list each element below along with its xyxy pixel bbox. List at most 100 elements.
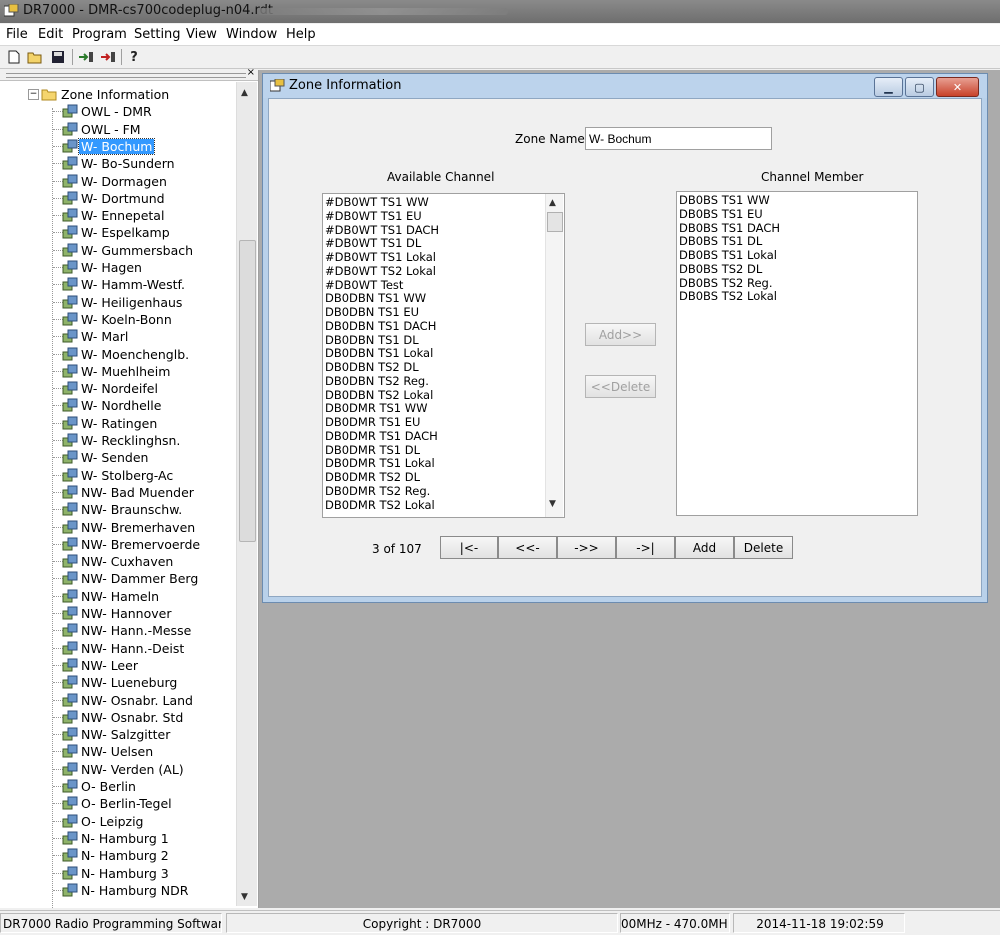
first-record-button[interactable]: |<- (440, 536, 498, 559)
tree-item[interactable]: NW- Lueneburg (0, 674, 236, 691)
save-icon[interactable] (50, 49, 66, 65)
available-channel-item[interactable]: #DB0WT TS1 EU (325, 209, 422, 223)
tree-item[interactable]: W- Muehlheim (0, 363, 236, 380)
menu-setting[interactable]: Setting (134, 27, 181, 42)
read-radio-icon[interactable] (78, 49, 94, 65)
available-channel-item[interactable]: #DB0WT TS2 Lokal (325, 264, 436, 278)
available-channel-item[interactable]: DB0DMR TS1 Lokal (325, 457, 435, 470)
tree-item[interactable]: NW- Bremervoerde (0, 536, 236, 553)
tree-item[interactable]: NW- Bad Muender (0, 484, 236, 501)
channel-member-item[interactable]: DB0BS TS2 Lokal (679, 290, 777, 303)
tree-item[interactable]: W- Nordeifel (0, 380, 236, 397)
available-channel-item[interactable]: #DB0WT TS1 DACH (325, 223, 439, 237)
available-channel-list[interactable]: ▲ ▼ #DB0WT TS1 WW #DB0WT TS1 EU #DB0WT TS1… (322, 193, 565, 518)
tree-item[interactable]: NW- Hann.-Deist (0, 640, 236, 657)
tree-item[interactable]: N- Hamburg 2 (0, 847, 236, 864)
last-record-button[interactable]: ->| (616, 536, 675, 559)
new-file-icon[interactable] (6, 49, 22, 65)
tree-item[interactable]: W- Heiligenhaus (0, 294, 236, 311)
scroll-down-icon[interactable]: ▼ (241, 892, 248, 902)
add-to-zone-button[interactable]: Add>> (585, 323, 656, 346)
tree-item[interactable]: W- Ennepetal (0, 207, 236, 224)
available-channel-item[interactable]: #DB0WT Test (325, 278, 403, 292)
tree-item[interactable]: W- Senden (0, 449, 236, 466)
channel-member-item[interactable]: DB0BS TS2 DL (679, 262, 762, 276)
available-channel-item[interactable]: #DB0WT TS1 Lokal (325, 251, 436, 264)
scroll-up-icon[interactable]: ▲ (549, 198, 556, 208)
channel-member-item[interactable]: DB0BS TS2 Reg. (679, 276, 773, 290)
write-radio-icon[interactable] (100, 49, 116, 65)
channel-member-item[interactable]: DB0BS TS1 DACH (679, 221, 780, 235)
next-record-button[interactable]: ->> (557, 536, 616, 559)
tree-item[interactable]: NW- Uelsen (0, 743, 236, 760)
tree-item[interactable]: W- Nordhelle (0, 397, 236, 414)
channel-member-item[interactable]: DB0BS TS1 EU (679, 207, 763, 221)
tree-item[interactable]: NW- Braunschw. (0, 501, 236, 518)
tree-item[interactable]: W- Recklinghsn. (0, 432, 236, 449)
available-channel-item[interactable]: DB0DBN TS1 DL (325, 333, 419, 347)
tree-item[interactable]: NW- Verden (AL) (0, 761, 236, 778)
tree-item[interactable]: NW- Hameln (0, 588, 236, 605)
menu-help[interactable]: Help (286, 27, 316, 42)
tree-item[interactable]: NW- Bremerhaven (0, 519, 236, 536)
available-channel-item[interactable]: DB0DMR TS2 Reg. (325, 484, 430, 498)
delete-record-button[interactable]: Delete (734, 536, 793, 559)
tree-item[interactable]: NW- Cuxhaven (0, 553, 236, 570)
available-channel-item[interactable]: DB0DBN TS2 DL (325, 361, 419, 374)
available-channel-item[interactable]: DB0DMR TS2 DL (325, 471, 420, 484)
scroll-thumb[interactable] (547, 212, 563, 232)
available-channel-item[interactable]: DB0DMR TS1 DL (325, 443, 420, 457)
available-channel-item[interactable]: DB0DMR TS1 EU (325, 416, 420, 429)
available-list-scrollbar[interactable]: ▲ ▼ (545, 194, 563, 517)
tree-item[interactable]: OWL - FM (0, 121, 236, 138)
tree-item[interactable]: O- Berlin (0, 778, 236, 795)
tree-item[interactable]: W- Dortmund (0, 190, 236, 207)
menu-window[interactable]: Window (226, 27, 277, 42)
delete-from-zone-button[interactable]: <<Delete (585, 375, 656, 398)
scroll-up-icon[interactable]: ▲ (241, 88, 248, 98)
available-channel-item[interactable]: DB0DBN TS1 Lokal (325, 347, 433, 360)
tree-scrollbar[interactable]: ▲ ▼ (236, 82, 257, 906)
tree-item[interactable]: W- Espelkamp (0, 224, 236, 241)
tree-item[interactable]: NW- Hannover (0, 605, 236, 622)
available-channel-item[interactable]: DB0DMR TS2 Lokal (325, 498, 435, 512)
tree-item[interactable]: W- Koeln-Bonn (0, 311, 236, 328)
maximize-button[interactable]: ▢ (905, 77, 934, 97)
scroll-thumb[interactable] (239, 240, 256, 542)
tree-item[interactable]: N- Hamburg 3 (0, 865, 236, 882)
tree-item[interactable]: NW- Osnabr. Land (0, 692, 236, 709)
menu-file[interactable]: File (6, 27, 28, 42)
tree-item[interactable]: NW- Osnabr. Std (0, 709, 236, 726)
menu-edit[interactable]: Edit (38, 27, 63, 42)
available-channel-item[interactable]: DB0DBN TS1 DACH (325, 319, 436, 333)
gripper[interactable] (6, 73, 246, 78)
tree-item[interactable]: OWL - DMR (0, 103, 236, 120)
tree-item[interactable]: O- Berlin-Tegel (0, 795, 236, 812)
available-channel-item[interactable]: #DB0WT TS1 DL (325, 237, 421, 250)
available-channel-item[interactable]: #DB0WT TS1 WW (325, 196, 429, 209)
tree-item[interactable]: N- Hamburg 1 (0, 830, 236, 847)
tree-item[interactable]: W- Marl (0, 328, 236, 345)
available-channel-item[interactable]: DB0DBN TS1 EU (325, 306, 419, 319)
available-channel-item[interactable]: DB0DMR TS1 DACH (325, 429, 438, 443)
tree-item[interactable]: NW- Leer (0, 657, 236, 674)
tree-item[interactable]: W- Ratingen (0, 415, 236, 432)
channel-member-item[interactable]: DB0BS TS1 DL (679, 235, 762, 248)
add-record-button[interactable]: Add (675, 536, 734, 559)
close-pane-icon[interactable]: × (247, 67, 255, 78)
tree-item[interactable]: W- Gummersbach (0, 242, 236, 259)
channel-member-item[interactable]: DB0BS TS1 WW (679, 194, 770, 207)
tree-item[interactable]: W- Dormagen (0, 173, 236, 190)
tree-item[interactable]: W- Moenchenglb. (0, 346, 236, 363)
tree-item[interactable]: W- Stolberg-Ac (0, 467, 236, 484)
minimize-button[interactable]: ▁ (874, 77, 903, 97)
available-channel-item[interactable]: DB0DBN TS1 WW (325, 292, 426, 305)
tree-item[interactable]: W- Bo-Sundern (0, 155, 236, 172)
close-button[interactable]: ✕ (936, 77, 979, 97)
open-folder-icon[interactable] (27, 49, 43, 65)
tree-item[interactable]: O- Leipzig (0, 813, 236, 830)
available-channel-item[interactable]: DB0DMR TS1 WW (325, 402, 428, 415)
tree-item[interactable]: NW- Dammer Berg (0, 570, 236, 587)
scroll-down-icon[interactable]: ▼ (549, 499, 556, 509)
available-channel-item[interactable]: DB0DBN TS2 Lokal (325, 388, 433, 402)
